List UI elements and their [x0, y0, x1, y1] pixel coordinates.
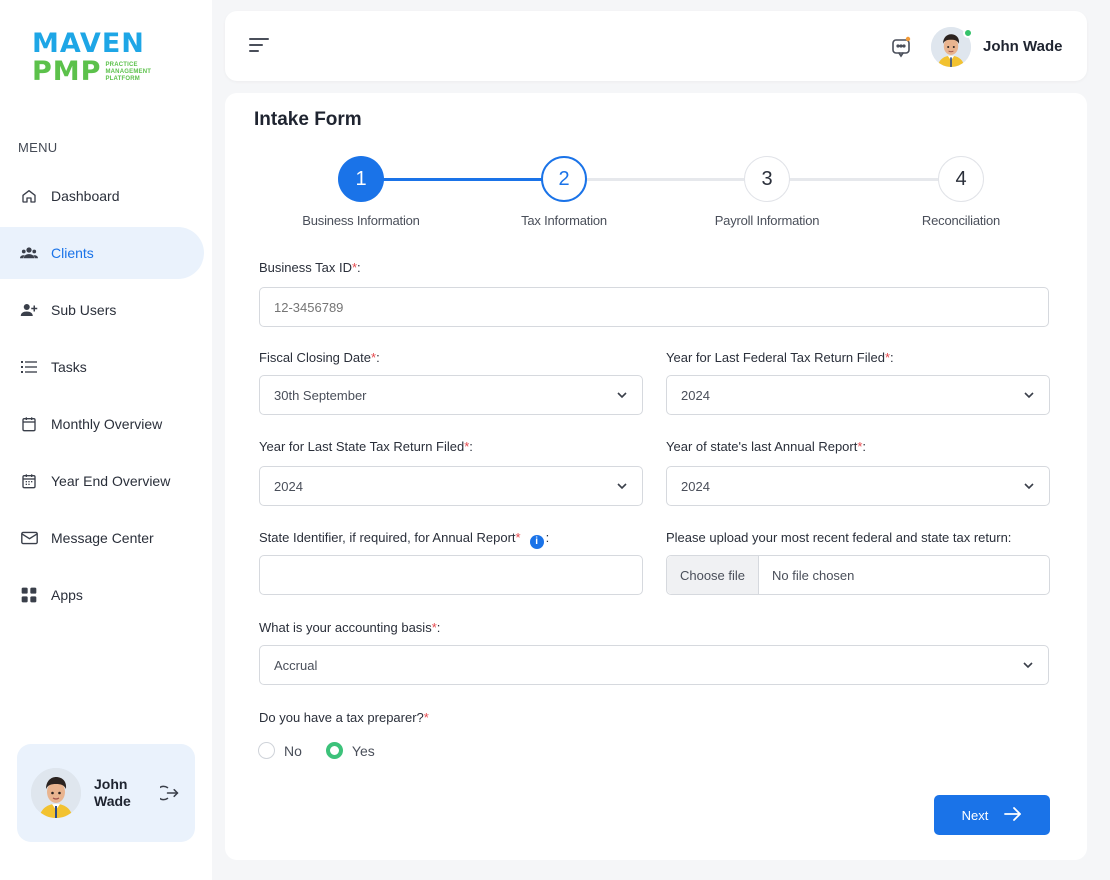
- business-tax-id-label: Business Tax ID*:: [259, 260, 361, 275]
- tax-return-file-input[interactable]: Choose file No file chosen: [666, 555, 1050, 595]
- sidebar-item-apps[interactable]: Apps: [0, 569, 212, 621]
- brand-logo[interactable]: MAVEN PMP PRACTICE MANAGEMENT PLATFORM: [32, 30, 162, 90]
- intake-form-card: Intake Form 1 2 3 4 Business Information…: [225, 93, 1087, 860]
- accounting-basis-select[interactable]: Accrual: [259, 645, 1049, 685]
- user-plus-icon: [20, 301, 38, 319]
- radio-label-yes: Yes: [351, 742, 375, 759]
- step-4-label: Reconciliation: [921, 213, 1001, 228]
- header-user-name[interactable]: John Wade: [983, 38, 1062, 55]
- info-icon[interactable]: i: [529, 534, 544, 549]
- calendar-icon: [20, 415, 38, 433]
- page-title: Intake Form: [254, 109, 362, 130]
- sidebar-item-dashboard[interactable]: Dashboard: [0, 170, 212, 222]
- top-header: John Wade: [225, 11, 1087, 81]
- chevron-down-icon: [1023, 480, 1035, 492]
- sidebar-item-label: Tasks: [51, 359, 87, 375]
- accounting-basis-value: Accrual: [274, 657, 318, 673]
- chevron-down-icon: [1023, 389, 1035, 401]
- sidebar-item-message-center[interactable]: Message Center: [0, 512, 212, 564]
- mail-icon: [20, 529, 38, 547]
- radio-unchecked[interactable]: [258, 742, 275, 759]
- menu-title: MENU: [18, 140, 58, 155]
- step-connector-1: [383, 178, 563, 181]
- tax-preparer-label: Do you have a tax preparer?*: [259, 710, 429, 725]
- sidebar-item-label: Year End Overview: [51, 473, 171, 489]
- radio-label-no: No: [284, 742, 302, 759]
- sidebar-item-tasks[interactable]: Tasks: [0, 341, 212, 393]
- chevron-down-icon: [616, 480, 628, 492]
- sidebar-item-year-end-overview[interactable]: Year End Overview: [0, 455, 212, 507]
- arrow-right-icon: [1004, 806, 1022, 824]
- tax-preparer-option-yes[interactable]: Yes: [325, 742, 375, 759]
- sidebar-item-label: Monthly Overview: [51, 416, 163, 432]
- sidebar-item-label: Clients: [51, 245, 94, 261]
- apps-icon: [20, 586, 38, 604]
- sidebar-item-label: Dashboard: [51, 188, 120, 204]
- brand-tagline: PRACTICE MANAGEMENT PLATFORM: [105, 61, 152, 82]
- sidebar-item-monthly-overview[interactable]: Monthly Overview: [0, 398, 212, 450]
- step-4-circle[interactable]: 4: [938, 156, 984, 202]
- annual-report-year-label: Year of state's last Annual Report*:: [666, 439, 867, 454]
- user-last-name: Wade: [94, 793, 131, 809]
- avatar[interactable]: [31, 768, 81, 818]
- step-1-label: Business Information: [302, 213, 420, 228]
- step-2-label: Tax Information: [521, 213, 607, 228]
- chevron-down-icon: [616, 389, 628, 401]
- home-icon: [20, 187, 38, 205]
- sidebar-item-label: Apps: [51, 587, 83, 603]
- brand-line1: MAVEN: [32, 28, 145, 59]
- user-first-name: John: [94, 776, 128, 792]
- tax-preparer-radio-group: No Yes: [258, 742, 399, 759]
- federal-year-label: Year for Last Federal Tax Return Filed*:: [666, 350, 894, 365]
- step-connector-3: [789, 178, 939, 181]
- sidebar: MAVEN PMP PRACTICE MANAGEMENT PLATFORM M…: [0, 0, 212, 880]
- state-year-select[interactable]: 2024: [259, 466, 643, 506]
- brand-line2: PMP: [32, 56, 102, 87]
- step-3-circle[interactable]: 3: [744, 156, 790, 202]
- next-button[interactable]: Next: [934, 795, 1050, 835]
- state-identifier-label: State Identifier, if required, for Annua…: [259, 530, 550, 549]
- users-icon: [20, 244, 38, 262]
- sidebar-user-card: John Wade: [17, 744, 195, 842]
- calendar-grid-icon: [20, 472, 38, 490]
- step-3-label: Payroll Information: [714, 213, 820, 228]
- state-year-value: 2024: [274, 478, 303, 494]
- form-stepper: 1 2 3 4 Business Information Tax Informa…: [225, 156, 1087, 236]
- sidebar-item-clients[interactable]: Clients: [0, 227, 204, 279]
- fiscal-closing-date-value: 30th September: [274, 387, 367, 403]
- fiscal-closing-date-select[interactable]: 30th September: [259, 375, 643, 415]
- state-year-label: Year for Last State Tax Return Filed*:: [259, 439, 473, 454]
- radio-checked[interactable]: [325, 742, 343, 759]
- chevron-down-icon: [1022, 659, 1034, 671]
- logout-icon[interactable]: [156, 783, 180, 803]
- sidebar-item-label: Message Center: [51, 530, 154, 546]
- tax-preparer-option-no[interactable]: No: [258, 742, 302, 759]
- sidebar-nav: Dashboard Clients Sub Users Tasks Monthl…: [0, 170, 212, 626]
- business-tax-id-input[interactable]: [259, 287, 1049, 327]
- annual-report-year-value: 2024: [681, 478, 710, 494]
- file-status: No file chosen: [772, 567, 855, 583]
- menu-toggle-icon[interactable]: [249, 35, 271, 55]
- annual-report-year-select[interactable]: 2024: [666, 466, 1050, 506]
- accounting-basis-label: What is your accounting basis*:: [259, 620, 441, 635]
- federal-year-select[interactable]: 2024: [666, 375, 1050, 415]
- step-2-circle[interactable]: 2: [541, 156, 587, 202]
- federal-year-value: 2024: [681, 387, 710, 403]
- step-1-circle[interactable]: 1: [338, 156, 384, 202]
- choose-file-button[interactable]: Choose file: [667, 556, 759, 594]
- step-connector-2: [586, 178, 744, 181]
- state-identifier-input[interactable]: [259, 555, 643, 595]
- sidebar-item-label: Sub Users: [51, 302, 117, 318]
- notification-icon[interactable]: [889, 34, 913, 58]
- sidebar-user-name: John Wade: [94, 776, 144, 810]
- sidebar-item-sub-users[interactable]: Sub Users: [0, 284, 212, 336]
- next-button-label: Next: [961, 807, 989, 823]
- fiscal-closing-date-label: Fiscal Closing Date*:: [259, 350, 380, 365]
- list-icon: [20, 358, 38, 376]
- online-status-indicator: [963, 28, 973, 38]
- upload-label: Please upload your most recent federal a…: [666, 530, 1012, 545]
